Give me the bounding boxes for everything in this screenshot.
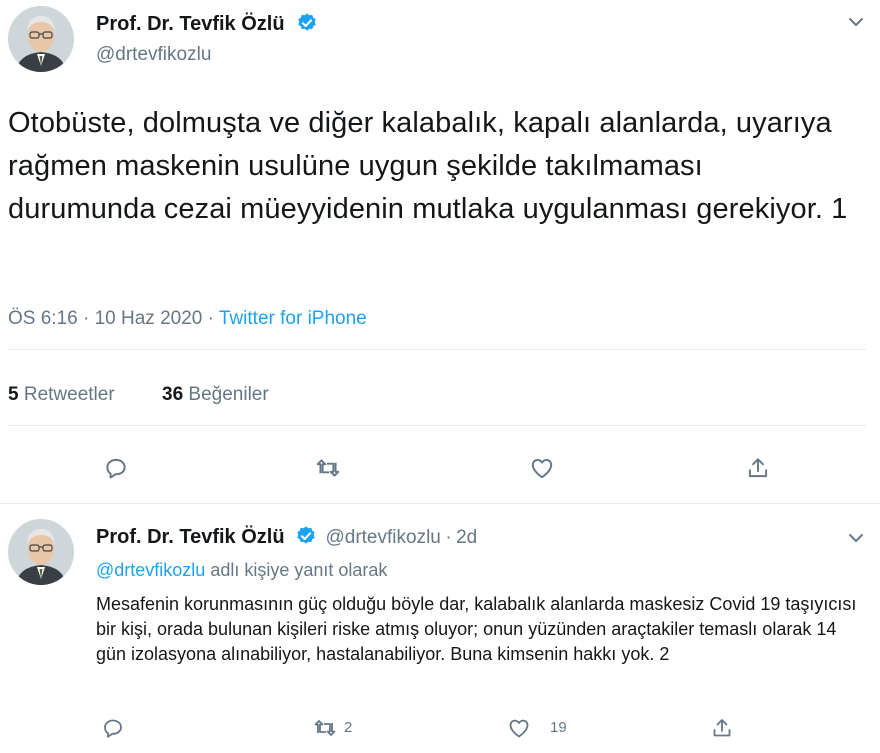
retweets-stat[interactable]: 5 Retweetler bbox=[8, 384, 115, 406]
divider bbox=[0, 503, 880, 504]
reply-age[interactable]: 2d bbox=[456, 527, 477, 548]
meta-separator: · bbox=[207, 308, 214, 329]
share-icon[interactable] bbox=[745, 455, 771, 481]
retweet-icon[interactable] bbox=[313, 716, 337, 740]
author-name[interactable]: Prof. Dr. Tevfik Özlü bbox=[96, 12, 318, 36]
author-handle[interactable]: @drtevfikozlu bbox=[96, 44, 211, 66]
share-icon[interactable] bbox=[710, 716, 734, 740]
replying-to-suffix: adlı kişiye yanıt olarak bbox=[210, 560, 388, 580]
verified-badge-icon bbox=[295, 525, 317, 547]
tweet-time[interactable]: ÖS 6:16 bbox=[8, 308, 78, 329]
meta-separator: · bbox=[83, 308, 90, 329]
reply-author-avatar[interactable] bbox=[8, 519, 74, 585]
tweet-text: Otobüste, dolmuşta ve diğer kalabalık, k… bbox=[8, 107, 848, 225]
likes-label: Beğeniler bbox=[188, 384, 269, 405]
divider bbox=[8, 349, 866, 350]
reply-icon[interactable] bbox=[103, 455, 129, 481]
chevron-down-icon[interactable] bbox=[846, 528, 866, 548]
like-icon[interactable] bbox=[529, 455, 555, 481]
reply-icon[interactable] bbox=[101, 716, 125, 740]
author-name-text[interactable]: Prof. Dr. Tevfik Özlü bbox=[96, 13, 285, 35]
tweet-meta: ÖS 6:16 · 10 Haz 2020 · Twitter for iPho… bbox=[8, 308, 367, 330]
divider bbox=[8, 425, 866, 426]
retweets-label: Retweetler bbox=[23, 384, 115, 405]
like-icon[interactable] bbox=[507, 716, 531, 740]
retweet-count: 2 bbox=[344, 719, 353, 736]
author-avatar[interactable] bbox=[8, 6, 74, 72]
reply-text: Mesafenin korunmasının güç olduğu böyle … bbox=[96, 594, 857, 664]
verified-badge-icon bbox=[296, 12, 318, 34]
reply-author-handle[interactable]: @drtevfikozlu bbox=[325, 527, 440, 548]
likes-stat[interactable]: 36 Beğeniler bbox=[162, 384, 269, 406]
chevron-down-icon[interactable] bbox=[846, 12, 866, 32]
tweet-source-link[interactable]: Twitter for iPhone bbox=[219, 308, 367, 329]
reply-header: Prof. Dr. Tevfik Özlü @drtevfikozlu · 2d bbox=[96, 525, 477, 549]
likes-count: 36 bbox=[162, 384, 184, 405]
replying-to: @drtevfikozlu adlı kişiye yanıt olarak bbox=[96, 560, 387, 581]
retweet-icon[interactable] bbox=[315, 455, 341, 481]
like-count: 19 bbox=[550, 719, 567, 736]
replying-to-handle-link[interactable]: @drtevfikozlu bbox=[96, 560, 205, 580]
retweets-count: 5 bbox=[8, 384, 19, 405]
tweet-date[interactable]: 10 Haz 2020 bbox=[95, 308, 203, 329]
reply-author-name[interactable]: Prof. Dr. Tevfik Özlü bbox=[96, 526, 285, 548]
header-separator: · bbox=[445, 527, 452, 548]
